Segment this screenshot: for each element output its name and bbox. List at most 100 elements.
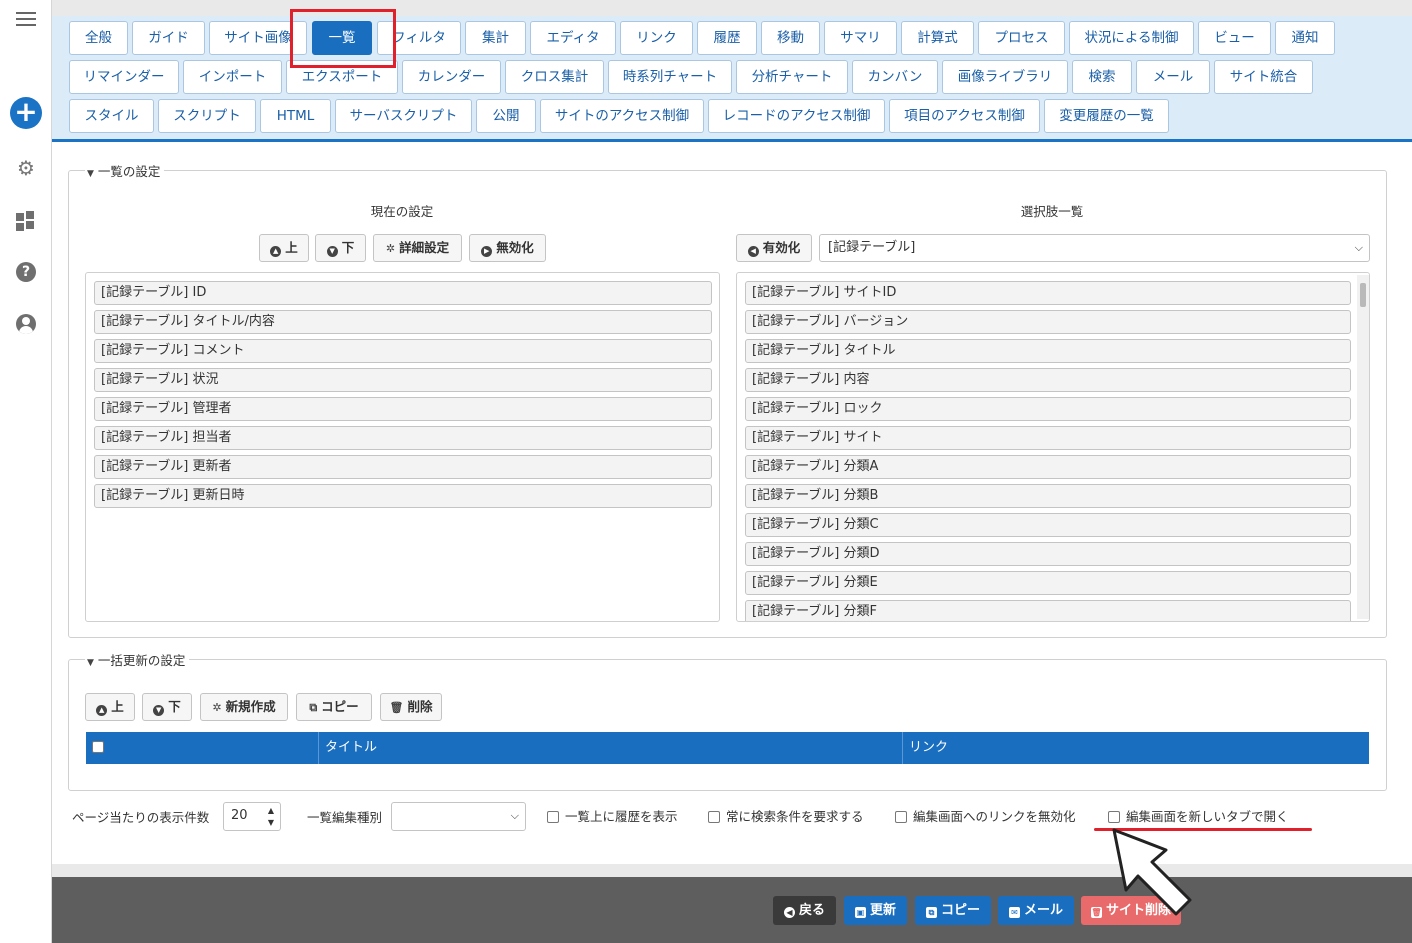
enable-button[interactable]: ◀ 有効化 [736,234,812,262]
tab-link[interactable]: リンク [620,21,693,55]
tab-notification[interactable]: 通知 [1275,21,1335,55]
update-button[interactable]: ▣ 更新 [844,896,907,925]
tab-mail[interactable]: メール [1136,60,1210,94]
disable-edit-link-checkbox[interactable] [895,811,907,823]
bulk-update-legend[interactable]: ▼ 一括更新の設定 [85,650,190,669]
new-label: 新規作成 [225,699,276,714]
add-icon[interactable]: + [0,97,52,129]
tab-calendar[interactable]: カレンダー [402,60,501,94]
tab-editor[interactable]: エディタ [530,21,616,55]
open-new-tab-option[interactable]: 編集画面を新しいタブで開く [1108,808,1289,826]
show-history-label: 一覧上に履歴を表示 [565,809,678,824]
list-item[interactable]: [記録テーブル] ロック [745,397,1351,421]
show-history-option[interactable]: 一覧上に履歴を表示 [547,808,678,826]
pointer-arrow-icon [1112,828,1192,916]
tab-kanban[interactable]: カンバン [852,60,938,94]
list-item[interactable]: [記録テーブル] サイトID [745,281,1351,305]
column-link[interactable]: リンク [902,732,1369,764]
page-size-input[interactable]: 20 ▲ ▼ [223,802,281,831]
tab-history[interactable]: 履歴 [697,21,757,55]
stepper-down-icon[interactable]: ▼ [268,816,274,829]
list-item[interactable]: [記録テーブル] 分類D [745,542,1351,566]
tab-summary[interactable]: サマリ [824,21,897,55]
back-button[interactable]: ◀ 戻る [773,896,836,925]
detail-settings-button[interactable]: ✲ 詳細設定 [373,234,462,262]
tab-formula[interactable]: 計算式 [901,21,974,55]
scrollbar-thumb[interactable] [1360,283,1366,307]
tab-guide[interactable]: ガイド [132,21,205,55]
list-item[interactable]: [記録テーブル] 分類C [745,513,1351,537]
tab-timeseries[interactable]: 時系列チャート [608,60,732,94]
move-down-button[interactable]: ▼ 下 [315,234,366,262]
tab-crosstab[interactable]: クロス集計 [505,60,604,94]
list-item[interactable]: [記録テーブル] 内容 [745,368,1351,392]
list-item[interactable]: [記録テーブル] 更新日時 [94,484,712,508]
bulk-move-up-button[interactable]: ▲ 上 [85,693,135,721]
tab-process[interactable]: プロセス [978,21,1065,55]
tab-import[interactable]: インポート [183,60,282,94]
tab-aggregate[interactable]: 集計 [465,21,526,55]
tab-server-script[interactable]: サーバスクリプト [335,99,472,133]
tab-site-access[interactable]: サイトのアクセス制御 [540,99,704,133]
user-icon[interactable] [0,314,52,334]
menu-icon[interactable] [0,8,52,30]
tab-search[interactable]: 検索 [1072,60,1132,94]
list-item[interactable]: [記録テーブル] 担当者 [94,426,712,450]
list-item[interactable]: [記録テーブル] 分類E [745,571,1351,595]
require-search-checkbox[interactable] [708,811,720,823]
help-icon[interactable]: ? [0,262,52,282]
list-item[interactable]: [記録テーブル] サイト [745,426,1351,450]
tab-record-access[interactable]: レコードのアクセス制御 [708,99,885,133]
move-up-button[interactable]: ▲ 上 [259,234,309,262]
list-item[interactable]: [記録テーブル] 分類B [745,484,1351,508]
edit-type-select[interactable]: ⌵ [391,802,526,831]
tab-analysis[interactable]: 分析チャート [736,60,848,94]
list-item[interactable]: [記録テーブル] タイトル [745,339,1351,363]
tab-export[interactable]: エクスポート [286,60,398,94]
select-all-checkbox[interactable] [92,741,104,753]
gear-icon[interactable]: ⚙ [0,157,52,179]
tab-general[interactable]: 全般 [69,21,128,55]
table-select[interactable]: [記録テーブル] ⌵ [819,234,1370,262]
list-item[interactable]: [記録テーブル] 状況 [94,368,712,392]
disable-edit-link-option[interactable]: 編集画面へのリンクを無効化 [895,808,1076,826]
tab-site-integration[interactable]: サイト統合 [1214,60,1313,94]
copy-button[interactable]: ⧉ コピー [296,693,372,721]
delete-button[interactable]: 🗑 削除 [380,693,442,721]
tab-image-library[interactable]: 画像ライブラリ [942,60,1068,94]
disable-button[interactable]: ▶ 無効化 [469,234,546,262]
tab-site-image[interactable]: サイト画像 [209,21,307,55]
tab-move[interactable]: 移動 [761,21,820,55]
choices-scrollbar[interactable] [1357,275,1369,619]
mail-button[interactable]: ✉ メール [998,896,1074,925]
list-item[interactable]: [記録テーブル] 管理者 [94,397,712,421]
tab-status-control[interactable]: 状況による制御 [1069,21,1194,55]
list-item[interactable]: [記録テーブル] コメント [94,339,712,363]
show-history-checkbox[interactable] [547,811,559,823]
list-item[interactable]: [記録テーブル] 分類F [745,600,1351,621]
list-item[interactable]: [記録テーブル] 更新者 [94,455,712,479]
tab-reminder[interactable]: リマインダー [69,60,179,94]
tab-script[interactable]: スクリプト [158,99,256,133]
list-item[interactable]: [記録テーブル] バージョン [745,310,1351,334]
dashboard-icon[interactable] [0,211,52,231]
tab-view[interactable]: ビュー [1198,21,1271,55]
tab-publish[interactable]: 公開 [476,99,536,133]
bulk-move-down-button[interactable]: ▼ 下 [142,693,192,721]
new-button[interactable]: ✲ 新規作成 [200,693,288,721]
tab-filter[interactable]: フィルタ [377,21,461,55]
list-item[interactable]: [記録テーブル] タイトル/内容 [94,310,712,334]
copy-site-button[interactable]: ⧉ コピー [915,896,991,925]
open-new-tab-checkbox[interactable] [1108,811,1120,823]
list-settings-legend[interactable]: ▼ 一覧の設定 [85,161,165,180]
list-item[interactable]: [記録テーブル] 分類A [745,455,1351,479]
tab-style[interactable]: スタイル [69,99,154,133]
column-title[interactable]: タイトル [318,732,902,764]
tab-column-access[interactable]: 項目のアクセス制御 [889,99,1040,133]
tab-list[interactable]: 一覧 [312,21,372,55]
main-area: 全般 ガイド サイト画像 一覧 フィルタ 集計 エディタ リンク 履歴 移動 サ… [52,0,1412,943]
require-search-option[interactable]: 常に検索条件を要求する [708,808,864,826]
tab-html[interactable]: HTML [260,99,331,133]
list-item[interactable]: [記録テーブル] ID [94,281,712,305]
tab-change-history[interactable]: 変更履歴の一覧 [1044,99,1169,133]
